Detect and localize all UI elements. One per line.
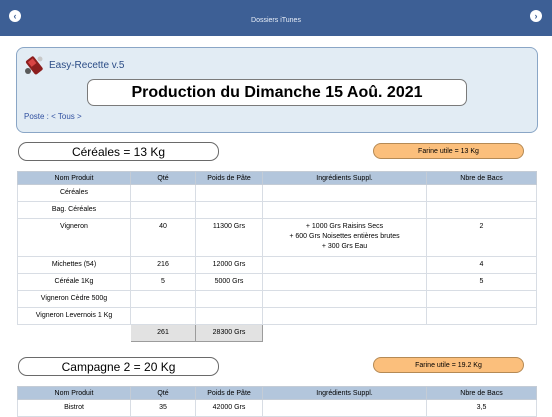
farine-utile-badge: Farine utile = 19.2 Kg xyxy=(373,357,524,373)
top-navigation-bar: ‹ Dossiers iTunes › xyxy=(0,0,552,36)
dough-weight xyxy=(195,184,263,202)
col-nom-produit: Nom Produit xyxy=(17,171,131,185)
ingredients xyxy=(262,256,427,274)
forward-button[interactable]: › xyxy=(530,10,542,22)
quantity xyxy=(130,184,196,202)
farine-utile-badge: Farine utile = 13 Kg xyxy=(373,143,524,159)
totals-row: 261 28300 Grs xyxy=(18,324,537,342)
table-row[interactable]: Michettes (54) 216 12000 Grs 4 xyxy=(17,256,537,274)
ingredients xyxy=(262,273,427,291)
bac-count xyxy=(426,184,537,202)
total-dough-weight: 28300 Grs xyxy=(195,324,263,342)
quantity: 216 xyxy=(130,256,196,274)
dough-weight: 12000 Grs xyxy=(195,256,263,274)
dough-weight: 11300 Grs xyxy=(195,218,263,257)
col-poids: Poids de Pâte xyxy=(195,386,263,400)
product-name: Céréales xyxy=(17,184,131,202)
quantity xyxy=(130,307,196,325)
table-header-row: Nom Produit Qté Poids de Pâte Ingrédient… xyxy=(17,386,537,400)
bac-count xyxy=(426,201,537,219)
quantity xyxy=(130,201,196,219)
table-row[interactable]: Vigneron Levernois 1 Kg xyxy=(17,307,537,325)
app-name: Easy-Recette v.5 xyxy=(49,60,125,71)
table-header-row: Nom Produit Qté Poids de Pâte Ingrédient… xyxy=(17,171,537,185)
product-name: Vigneron Levernois 1 Kg xyxy=(17,307,131,325)
production-title: Production du Dimanche 15 Aoû. 2021 xyxy=(87,79,467,106)
dough-weight xyxy=(195,290,263,308)
col-nom-produit: Nom Produit xyxy=(17,386,131,400)
section-title: Campagne 2 = 20 Kg xyxy=(18,357,219,376)
bac-count: 4 xyxy=(426,256,537,274)
ingredient-line: + 600 Grs Noisettes entières brutes xyxy=(289,233,400,240)
bac-count xyxy=(426,290,537,308)
product-name: Vigneron Cèdre 500g xyxy=(17,290,131,308)
app-logo-icon xyxy=(25,56,43,75)
dough-weight xyxy=(195,201,263,219)
table-row[interactable]: Bag. Céréales xyxy=(17,201,537,219)
ingredient-line: + 1000 Grs Raisins Secs xyxy=(305,223,384,230)
col-poids: Poids de Pâte xyxy=(195,171,263,185)
production-table-cereales: Nom Produit Qté Poids de Pâte Ingrédient… xyxy=(17,171,537,342)
bac-count: 5 xyxy=(426,273,537,291)
col-qte: Qté xyxy=(130,171,196,185)
quantity: 40 xyxy=(130,218,196,257)
production-header: Easy-Recette v.5 Production du Dimanche … xyxy=(16,47,538,133)
ingredients xyxy=(262,184,427,202)
table-row[interactable]: Vigneron Cèdre 500g xyxy=(17,290,537,308)
poste-filter-link[interactable]: Poste : < Tous > xyxy=(24,112,82,121)
col-ingredients: Ingrédients Suppl. xyxy=(262,386,427,400)
product-name: Vigneron xyxy=(17,218,131,257)
nav-title: Dossiers iTunes xyxy=(251,17,301,24)
col-bacs: Nbre de Bacs xyxy=(426,171,537,185)
ingredients xyxy=(262,307,427,325)
dough-weight: 5000 Grs xyxy=(195,273,263,291)
total-quantity: 261 xyxy=(130,324,196,342)
col-ingredients: Ingrédients Suppl. xyxy=(262,171,427,185)
quantity xyxy=(130,290,196,308)
ingredients xyxy=(262,290,427,308)
bac-count xyxy=(426,307,537,325)
bac-count: 2 xyxy=(426,218,537,257)
product-name: Michettes (54) xyxy=(17,256,131,274)
product-name: Bag. Céréales xyxy=(17,201,131,219)
table-row[interactable]: Vigneron 40 11300 Grs + 1000 Grs Raisins… xyxy=(17,218,537,257)
ingredients: + 1000 Grs Raisins Secs + 600 Grs Noiset… xyxy=(262,218,427,257)
product-name: Céréale 1Kg xyxy=(17,273,131,291)
col-bacs: Nbre de Bacs xyxy=(426,386,537,400)
dough-weight xyxy=(195,307,263,325)
section-title: Céréales = 13 Kg xyxy=(18,142,219,161)
col-qte: Qté xyxy=(130,386,196,400)
ingredient-line: + 300 Grs Eau xyxy=(321,243,368,250)
table-row[interactable]: Céréales xyxy=(17,184,537,202)
production-table-campagne: Nom Produit Qté Poids de Pâte Ingrédient… xyxy=(17,386,537,417)
table-row[interactable]: Céréale 1Kg 5 5000 Grs 5 xyxy=(17,273,537,291)
quantity: 5 xyxy=(130,273,196,291)
ingredients xyxy=(262,201,427,219)
